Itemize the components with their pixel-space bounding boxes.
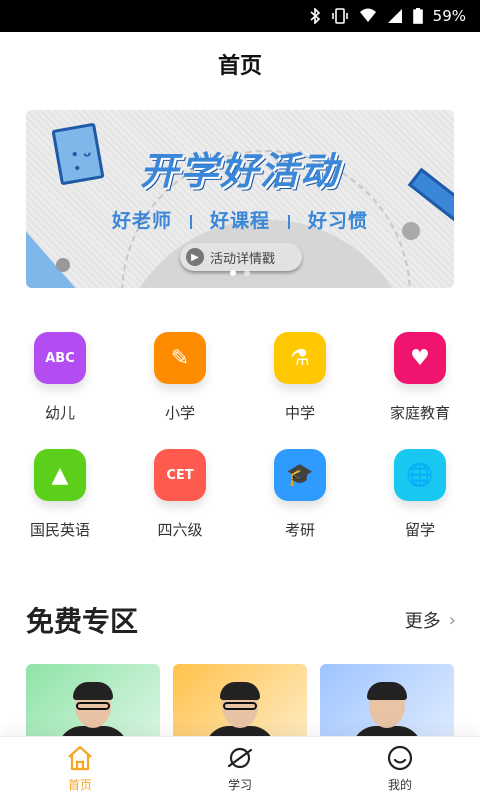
banner-tagline: 好老师 好课程 好习惯 bbox=[26, 206, 454, 233]
more-link[interactable]: 更多 › bbox=[405, 607, 456, 633]
category-label: 国民英语 bbox=[29, 521, 90, 539]
pen-icon: ✎ bbox=[154, 332, 206, 384]
activity-detail-label: 活动详情戳 bbox=[210, 251, 276, 267]
tab-label: 学习 bbox=[227, 778, 252, 792]
page-title: 首页 bbox=[217, 54, 262, 79]
category-label: 考研 bbox=[284, 521, 315, 539]
category-item[interactable]: ♥ 家庭教育 bbox=[360, 332, 480, 423]
category-item[interactable]: CET 四六级 bbox=[120, 449, 240, 540]
banner-tag: 好老师 bbox=[111, 210, 172, 232]
tab-label: 我的 bbox=[387, 778, 412, 792]
abc-blocks-icon: ABC bbox=[34, 332, 86, 384]
smiley-icon bbox=[386, 744, 414, 772]
promo-banner[interactable]: • ᴗ • 开学好活动 好老师 好课程 好习惯 ▶ 活动详情戳 bbox=[26, 110, 454, 288]
page-header: 首页 bbox=[0, 32, 480, 96]
pagination-dot-active[interactable] bbox=[230, 270, 236, 276]
free-course-cards bbox=[26, 664, 456, 754]
banner-pagination bbox=[26, 270, 454, 276]
category-label: 幼儿 bbox=[44, 404, 75, 422]
planet-icon bbox=[226, 744, 254, 772]
bluetooth-icon bbox=[309, 8, 321, 24]
more-label: 更多 bbox=[404, 611, 441, 632]
arrow-right-icon: ▶ bbox=[186, 248, 204, 266]
category-label: 家庭教育 bbox=[389, 404, 450, 422]
banner-headline: 开学好活动 bbox=[139, 149, 340, 193]
category-label: 留学 bbox=[404, 521, 435, 539]
graduation-cap-icon: 🎓 bbox=[274, 449, 326, 501]
category-grid: ABC 幼儿 ✎ 小学 ⚗ 中学 ♥ 家庭教育 ▲ 国民英语 CET 四六级 🎓 考研 🌐 留学 bbox=[0, 332, 480, 540]
category-item[interactable]: ⚗ 中学 bbox=[240, 332, 360, 423]
home-heart-icon: ♥ bbox=[394, 332, 446, 384]
signal-icon bbox=[387, 8, 403, 24]
category-label: 中学 bbox=[284, 404, 315, 422]
vibrate-icon bbox=[331, 8, 349, 24]
cet-icon: CET bbox=[154, 449, 206, 501]
category-item[interactable]: ✎ 小学 bbox=[120, 332, 240, 423]
tab-me[interactable]: 我的 bbox=[320, 737, 480, 800]
category-item[interactable]: 🎓 考研 bbox=[240, 449, 360, 540]
free-zone-header: 免费专区 更多 › bbox=[26, 600, 456, 640]
battery-icon bbox=[412, 8, 423, 24]
banner-tag: 好习惯 bbox=[308, 210, 369, 232]
tag-separator bbox=[288, 214, 290, 229]
tab-home[interactable]: 首页 bbox=[0, 737, 160, 800]
status-bar: 59% bbox=[0, 0, 480, 32]
pagination-dot[interactable] bbox=[244, 270, 250, 276]
banner-tag: 好课程 bbox=[209, 210, 270, 232]
chevron-right-icon: › bbox=[448, 609, 456, 631]
tab-label: 首页 bbox=[67, 778, 92, 792]
category-item[interactable]: ▲ 国民英语 bbox=[0, 449, 120, 540]
category-item[interactable]: ABC 幼儿 bbox=[0, 332, 120, 423]
category-label: 四六级 bbox=[157, 521, 203, 539]
battery-percentage: 59% bbox=[432, 7, 466, 25]
category-label: 小学 bbox=[164, 404, 195, 422]
bottom-tab-bar: 首页 学习 我的 bbox=[0, 736, 480, 800]
wifi-icon bbox=[359, 8, 377, 24]
activity-detail-button[interactable]: ▶ 活动详情戳 bbox=[180, 243, 302, 271]
section-title: 免费专区 bbox=[26, 605, 139, 638]
globe-icon: 🌐 bbox=[394, 449, 446, 501]
tag-separator bbox=[189, 214, 192, 229]
tab-study[interactable]: 学习 bbox=[160, 737, 320, 800]
flask-icon: ⚗ bbox=[274, 332, 326, 384]
mountain-icon: ▲ bbox=[34, 449, 86, 501]
category-item[interactable]: 🌐 留学 bbox=[360, 449, 480, 540]
home-icon bbox=[66, 744, 94, 772]
